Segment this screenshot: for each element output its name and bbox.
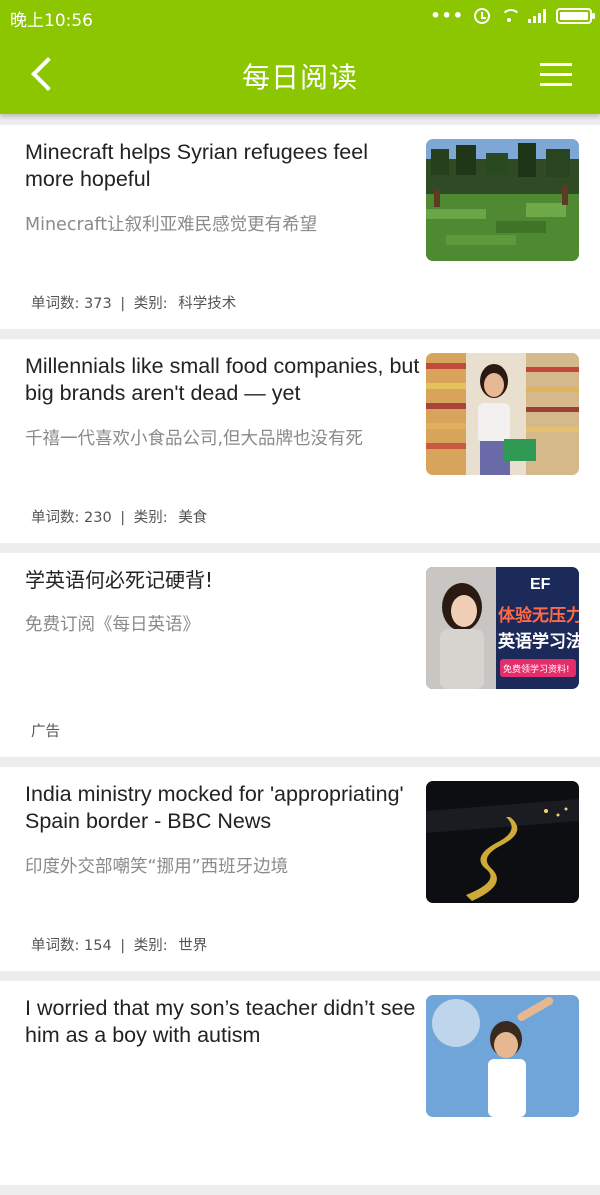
category-label: 类别: [133,296,168,312]
status-time: 晚上10:56 [10,11,93,31]
article-title-en: Minecraft helps Syrian refugees feel mor… [25,140,368,191]
title-bar: 每日阅读 [0,34,600,114]
category: 美食 [178,510,208,526]
article-meta: 单词数: 230 | 类别: 美食 [31,506,207,527]
category-label: 类别: [133,510,168,526]
ad-cta: 免费领学习资料! [503,663,570,675]
menu-icon[interactable] [540,60,574,90]
minecraft-landscape-image [426,139,579,261]
ef-english-ad-image: EF 体验无压力 英语学习法 免费领学习资料! [426,567,579,689]
battery-icon [556,7,595,24]
more-dots-icon: ••• [430,6,464,25]
article-thumbnail[interactable] [426,995,579,1117]
article-list: Minecraft helps Syrian refugees feel mor… [0,125,600,1195]
meta-separator: | [120,510,126,526]
word-count-label: 单词数: [31,938,80,954]
signal-icon [528,8,546,23]
article-title-en: India ministry mocked for 'appropriating… [25,782,404,833]
word-count-label: 单词数: [31,296,80,312]
wifi-icon [500,8,521,23]
article-thumbnail[interactable] [426,781,579,903]
article-thumbnail[interactable] [426,139,579,261]
ad-line2: 英语学习法 [498,631,579,652]
boy-sky-image [426,995,579,1117]
word-count: 230 [84,510,112,526]
status-bar: 晚上10:56 ••• [0,0,600,34]
ad-brand: EF [530,576,551,593]
article-card[interactable]: Millennials like small food companies, b… [0,339,600,543]
article-title-cn: 印度外交部嘲笑“挪用”西班牙边境 [25,857,289,877]
word-count-label: 单词数: [31,510,80,526]
ad-label: 广告 [31,724,60,740]
page-title: 每日阅读 [241,61,358,94]
article-title-en: I worried that my son’s teacher didn’t s… [25,996,416,1047]
word-count: 154 [84,938,112,954]
category-label: 类别: [133,938,168,954]
status-icons: ••• [430,6,595,25]
article-meta: 单词数: 373 | 类别: 科学技术 [31,292,236,313]
category: 科学技术 [178,296,237,312]
ad-thumbnail[interactable]: EF 体验无压力 英语学习法 免费领学习资料! [426,567,579,689]
article-title-cn: Minecraft让叙利亚难民感觉更有希望 [25,215,318,235]
article-card[interactable]: Minecraft helps Syrian refugees feel mor… [0,125,600,329]
word-count: 373 [84,296,112,312]
ad-title: 学英语何必死记硬背! [25,568,214,592]
article-title-cn: 千禧一代喜欢小食品公司,但大品牌也没有死 [25,429,364,449]
article-title-en: Millennials like small food companies, b… [25,354,420,405]
category: 世界 [178,938,208,954]
article-thumbnail[interactable] [426,353,579,475]
article-card[interactable]: I worried that my son’s teacher didn’t s… [0,981,600,1185]
alarm-icon [474,7,490,24]
night-border-road-image [426,781,579,903]
ad-card[interactable]: 学英语何必死记硬背! 免费订阅《每日英语》 广告 EF 体验无压力 英语学习法 … [0,553,600,757]
meta-separator: | [120,296,126,312]
ad-line1: 体验无压力 [498,605,579,626]
article-card[interactable]: India ministry mocked for 'appropriating… [0,767,600,971]
supermarket-woman-image [426,353,579,475]
ad-subtitle: 免费订阅《每日英语》 [25,615,200,635]
meta-separator: | [120,938,126,954]
article-meta: 单词数: 154 | 类别: 世界 [31,934,207,955]
